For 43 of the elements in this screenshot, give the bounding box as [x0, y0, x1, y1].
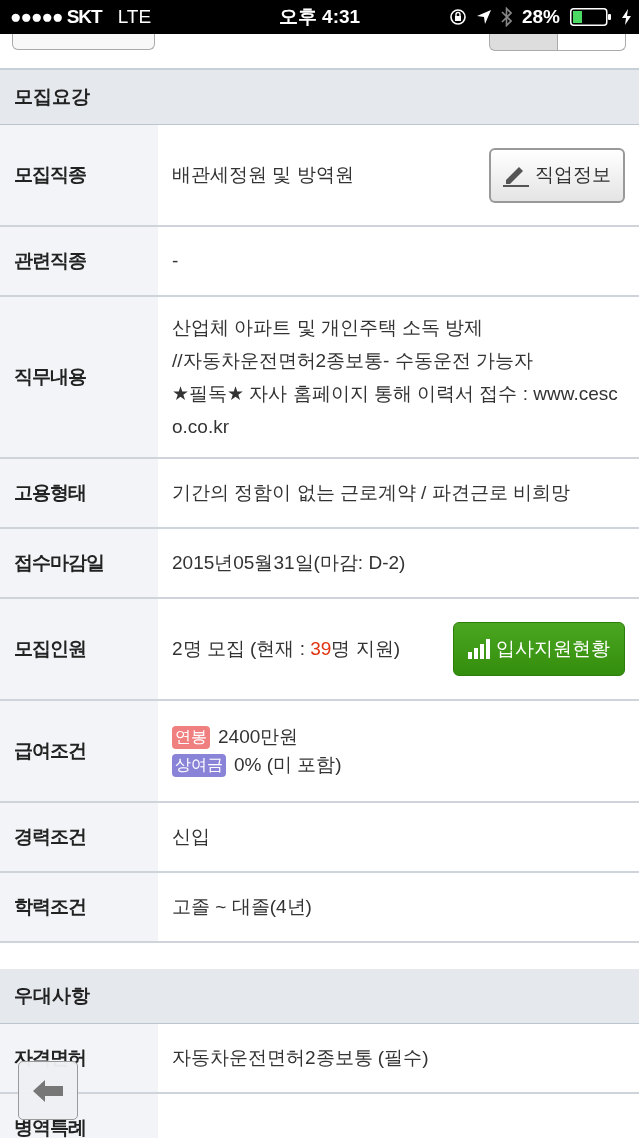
- top-button[interactable]: [12, 34, 155, 50]
- field-label: 모집직종: [14, 163, 86, 187]
- location-arrow-icon: [476, 10, 491, 24]
- field-value: 고졸 ~ 대졸(4년): [172, 895, 313, 919]
- field-value: -: [172, 249, 180, 273]
- segment-button[interactable]: [489, 34, 558, 51]
- battery-icon: [570, 8, 612, 26]
- description-line: ★필독★ 자사 홈페이지 통해 이력서 접수 : www.cesco.co.kr: [172, 382, 619, 439]
- field-label: 고용형태: [14, 481, 86, 505]
- field-value: 자동차운전면허2종보통 (필수): [172, 1046, 430, 1070]
- field-label: 경력조건: [14, 825, 86, 849]
- salary-tag: 연봉: [172, 725, 210, 749]
- description-line: //자동차운전면허2종보통- 수동운전 가능자: [172, 349, 534, 373]
- battery-percent: 28%: [521, 6, 560, 28]
- field-label: 관련직종: [14, 249, 86, 273]
- charging-icon: [622, 9, 631, 25]
- field-label: 모집인원: [14, 637, 86, 661]
- field-value: 2400만원: [218, 725, 299, 749]
- field-value: 2명 모집 (현재 : 39명 지원): [172, 637, 402, 661]
- field-value: 2015년05월31일(마감: D-2): [172, 551, 407, 575]
- field-value: 기간의 정함이 없는 근로계약 / 파견근로 비희망: [172, 481, 571, 505]
- field-value: 신입: [172, 825, 211, 849]
- bar-chart-icon: [468, 639, 490, 659]
- segment-button[interactable]: [558, 34, 626, 51]
- job-info-button[interactable]: 직업정보: [489, 147, 625, 203]
- network-type: LTE: [117, 6, 152, 28]
- field-label: 학력조건: [14, 895, 86, 919]
- field-label: 급여조건: [14, 739, 86, 763]
- field-value: 배관세정원 및 방역원: [172, 163, 355, 187]
- field-value: 0% (미 포함): [234, 753, 342, 777]
- applicant-status-button[interactable]: 입사지원현황: [453, 622, 625, 676]
- field-label: 병역특례: [14, 1118, 86, 1138]
- bluetooth-icon: [500, 7, 512, 27]
- description-line: 산업체 아파트 및 개인주택 소독 방제: [172, 316, 485, 340]
- left-arrow-icon: [33, 1079, 63, 1102]
- field-label: 직무내용: [14, 365, 86, 389]
- salary-tag: 상여금: [172, 753, 226, 777]
- section-header: 모집요강: [0, 70, 639, 125]
- section-header: 우대사항: [0, 969, 639, 1024]
- carrier: ●●●●● SKT: [10, 6, 102, 28]
- clock: 오후 4:31: [278, 6, 361, 27]
- rotation-lock-icon: [448, 8, 467, 26]
- field-label: 접수마감일: [14, 551, 104, 575]
